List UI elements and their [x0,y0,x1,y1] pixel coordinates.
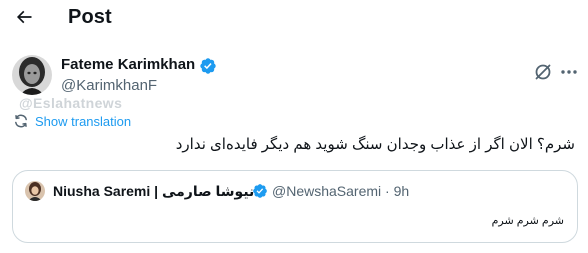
translate-icon [15,114,27,128]
more-horizontal-icon [561,70,577,74]
verified-badge-icon [253,184,267,198]
grok-button[interactable] [533,62,553,82]
avatar-image [12,55,52,95]
quoted-post-time[interactable]: 9h [394,183,410,199]
author-display-name[interactable]: Fateme Karimkhan [61,56,195,73]
page-title: Post [68,6,112,28]
arrow-left-icon [16,10,32,24]
verified-badge-icon [200,58,216,74]
watermark-text: @Eslahatnews [19,95,123,111]
quoted-avatar-image [25,181,45,201]
page-header: Post [0,0,588,36]
quoted-author-handle[interactable]: @NewshaSaremi [272,183,381,199]
quoted-post-card[interactable]: Niusha Saremi | نیوشا صارمی @NewshaSarem… [12,170,578,243]
quoted-author-avatar[interactable] [25,181,45,201]
back-button[interactable] [12,5,36,29]
author-avatar[interactable] [12,55,52,95]
more-options-button[interactable] [559,62,579,82]
author-handle[interactable]: @KarimkhanF [61,77,157,94]
quoted-author-name[interactable]: Niusha Saremi | نیوشا صارمی [53,183,254,200]
post-text: شرم؟ الان اگر از عذاب وجدان سنگ شوید هم … [175,136,575,153]
meta-separator: · [385,183,390,199]
quoted-post-meta: @NewshaSaremi · 9h [272,183,409,199]
quoted-post-text: شرم شرم شرم [491,215,564,227]
show-translation-label: Show translation [35,113,132,129]
post-page: Post Fateme Karimkhan @KarimkhanF @Eslah… [0,0,588,253]
show-translation-link[interactable]: Show translation [13,112,131,130]
grok-icon [535,64,551,80]
